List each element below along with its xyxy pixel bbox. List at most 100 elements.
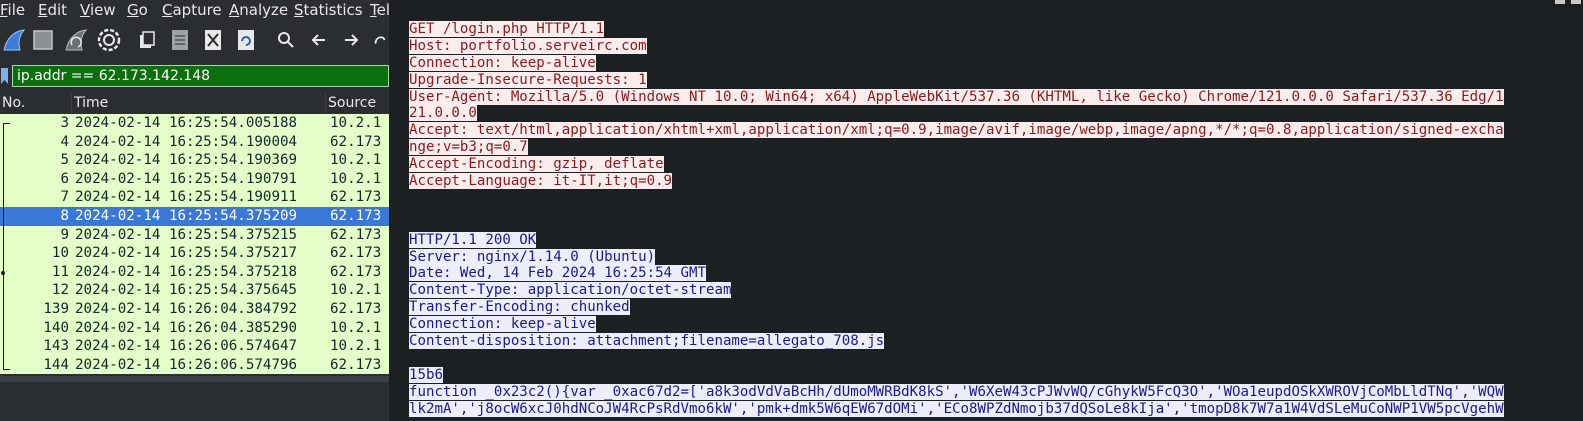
reload-file-icon[interactable]	[232, 26, 260, 54]
request-line: Accept-Encoding: gzip, deflate	[409, 156, 1569, 173]
menu-statistics[interactable]: Statistics	[294, 0, 363, 20]
table-row[interactable]: 8 2024-02-14 16:25:54.375209 62.173	[0, 207, 389, 226]
capture-options-gear-icon[interactable]	[95, 26, 123, 54]
packet-time: 2024-02-14 16:26:06.574796	[75, 356, 298, 373]
body-line: function _0x23c2(){var _0xac67d2=['a8k3o…	[409, 383, 1569, 401]
body-line: lk2mA','j8ocW6xcJ0hdNCoJW4RcPsRdVmo6kW',…	[409, 400, 1569, 418]
table-row[interactable]: 9 2024-02-14 16:25:54.375215 62.173	[0, 225, 389, 245]
request-line-text: User-Agent: Mozilla/5.0 (Windows NT 10.0…	[409, 88, 1504, 105]
table-row[interactable]: 12 2024-02-14 16:25:54.375645 10.2.1	[0, 281, 389, 300]
stream-window-top	[389, 0, 1583, 18]
packet-source: 10.2.1	[330, 338, 382, 355]
response-line-text: Content-Type: application/octet-stream	[409, 282, 732, 299]
packet-source: 10.2.1	[330, 170, 382, 187]
packet-source: 62.173	[330, 356, 382, 373]
menu-bar: File Edit View Go Capture Analyze Statistics Te…	[0, 0, 389, 21]
forward-arrow-icon[interactable]	[337, 26, 365, 54]
back-arrow-icon[interactable]	[305, 26, 333, 54]
packet-time: 2024-02-14 16:26:06.574647	[75, 338, 298, 355]
main-toolbar	[0, 22, 389, 60]
packet-number: 144	[43, 356, 69, 373]
table-row[interactable]: 4 2024-02-14 16:25:54.190004 62.173	[0, 132, 389, 152]
menu-capture[interactable]: Capture	[162, 0, 222, 20]
packet-source: 62.173	[330, 301, 382, 317]
packet-list-header: No. Time Source	[0, 93, 389, 114]
request-line-text: Accept: text/html,application/xhtml+xml,…	[409, 122, 1504, 139]
menu-view[interactable]: View	[80, 0, 116, 20]
table-row[interactable]: 144 2024-02-14 16:26:06.574796 62.173	[0, 355, 389, 375]
display-filter-bar: ip.addr == 62.173.142.148	[0, 64, 389, 88]
table-row[interactable]: 143 2024-02-14 16:26:06.574647 10.2.1	[0, 337, 389, 356]
open-file-icon[interactable]	[133, 26, 161, 54]
request-line: 21.0.0.0	[409, 105, 1569, 122]
packet-number: 7	[60, 189, 69, 206]
response-line: Date: Wed, 14 Feb 2024 16:25:54 GMT	[409, 265, 1569, 282]
table-row[interactable]: 7 2024-02-14 16:25:54.190911 62.173	[0, 188, 389, 207]
request-line-text: Upgrade-Insecure-Requests: 1	[409, 71, 647, 88]
body-line-text: 15b6	[409, 366, 443, 383]
bookmark-icon[interactable]	[0, 67, 9, 85]
response-line-text: HTTP/1.1 200 OK	[409, 231, 537, 248]
packet-time: 2024-02-14 16:25:54.375209	[75, 208, 298, 224]
search-icon[interactable]	[272, 26, 300, 54]
table-row[interactable]: 5 2024-02-14 16:25:54.190369 10.2.1	[0, 151, 389, 170]
request-line-text: Host: portfolio.serveirc.com	[409, 37, 647, 54]
packet-number: 11	[51, 263, 69, 280]
column-header-no[interactable]: No.	[0, 93, 71, 114]
packet-time: 2024-02-14 16:25:54.375218	[75, 263, 298, 280]
follow-tcp-stream-pane: GET /login.php HTTP/1.1 Host: portfolio.s…	[389, 0, 1583, 421]
request-line: nge;v=b3;q=0.7	[409, 139, 1569, 156]
stream-content[interactable]: GET /login.php HTTP/1.1 Host: portfolio.s…	[409, 21, 1569, 417]
restart-shark-icon[interactable]	[62, 26, 90, 54]
close-icon[interactable]	[1571, 0, 1581, 4]
table-row[interactable]: 10 2024-02-14 16:25:54.375217 62.173	[0, 244, 389, 263]
shark-fin-start-icon[interactable]	[0, 26, 28, 54]
request-line: Host: portfolio.serveirc.com	[409, 37, 1569, 55]
conversation-marker	[1, 271, 5, 275]
packet-time: 2024-02-14 16:25:54.190911	[75, 189, 298, 206]
column-header-source[interactable]: Source	[325, 93, 389, 114]
body-line: 15b6	[409, 366, 1569, 384]
body-line-text: function _0x23c2(){var _0xac67d2=['a8k3o…	[409, 383, 1504, 400]
packet-source: 10.2.1	[330, 115, 382, 131]
request-line-text: nge;v=b3;q=0.7	[409, 139, 528, 156]
packet-number: 9	[60, 226, 69, 243]
packet-number: 5	[60, 152, 69, 169]
close-file-icon[interactable]	[199, 26, 227, 54]
packet-number: 143	[43, 338, 69, 355]
request-line: Upgrade-Insecure-Requests: 1	[409, 71, 1569, 89]
stop-square-icon[interactable]	[29, 26, 57, 54]
minimize-icon[interactable]	[1555, 0, 1565, 4]
jump-icon[interactable]	[371, 26, 389, 54]
menu-go[interactable]: Go	[127, 0, 148, 20]
response-line-text: Content-disposition: attachment;filename…	[409, 333, 885, 350]
response-line-text: Connection: keep-alive	[409, 316, 596, 333]
response-line: Server: nginx/1.14.0 (Ubuntu)	[409, 248, 1569, 266]
response-line: Content-disposition: attachment;filename…	[409, 333, 1569, 350]
menu-edit[interactable]: Edit	[38, 0, 67, 20]
table-row[interactable]: 11 2024-02-14 16:25:54.375218 62.173	[0, 262, 389, 282]
packet-number: 140	[43, 319, 69, 336]
menu-tel[interactable]: Tel	[370, 0, 389, 20]
packet-source: 62.173	[330, 226, 382, 243]
column-header-time[interactable]: Time	[71, 93, 325, 114]
table-row[interactable]: 6 2024-02-14 16:25:54.190791 10.2.1	[0, 169, 389, 189]
save-file-icon[interactable]	[166, 26, 194, 54]
packet-source: 62.173	[330, 133, 382, 150]
packet-time: 2024-02-14 16:25:54.375215	[75, 226, 298, 243]
table-row[interactable]: 139 2024-02-14 16:26:04.384792 62.173	[0, 300, 389, 319]
response-line: Connection: keep-alive	[409, 316, 1569, 333]
menu-analyze[interactable]: Analyze	[229, 0, 288, 20]
table-row[interactable]: 3 2024-02-14 16:25:54.005188 10.2.1	[0, 114, 389, 133]
display-filter-input[interactable]: ip.addr == 62.173.142.148	[12, 65, 389, 87]
packet-source: 10.2.1	[330, 319, 382, 336]
request-line: Accept: text/html,application/xhtml+xml,…	[409, 122, 1569, 139]
packet-number: 10	[51, 245, 69, 262]
menu-file[interactable]: File	[0, 0, 25, 20]
packet-number: 139	[43, 301, 69, 317]
request-line-text: Connection: keep-alive	[409, 54, 596, 71]
packet-number: 3	[60, 115, 69, 131]
table-row[interactable]: 140 2024-02-14 16:26:04.385290 10.2.1	[0, 318, 389, 338]
